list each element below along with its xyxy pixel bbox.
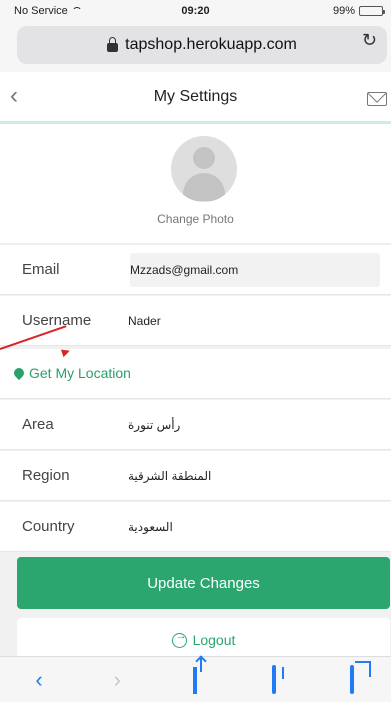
share-icon-button[interactable]	[175, 666, 215, 694]
status-bar: No Service 09:20 99%	[0, 0, 391, 22]
back-chevron-icon[interactable]: ‹	[10, 82, 18, 110]
get-location-link[interactable]: Get My Location	[29, 365, 131, 381]
region-field[interactable]: المنطقة الشرقية	[128, 469, 211, 483]
country-field[interactable]: السعودية	[128, 520, 173, 534]
nav-header: ‹ My Settings	[0, 72, 391, 124]
lock-icon	[107, 36, 119, 52]
email-row: Email Mzzads@gmail.com	[0, 245, 391, 295]
avatar-head-icon	[193, 147, 215, 169]
page-title: My Settings	[153, 87, 238, 105]
email-label: Email	[22, 261, 60, 278]
forward-icon[interactable]: ›	[97, 667, 137, 693]
avatar-body-icon	[183, 173, 225, 201]
profile-photo-section: Change Photo	[0, 124, 391, 244]
carrier-label: No Service	[14, 5, 68, 17]
bookmarks-icon-button[interactable]	[254, 664, 294, 694]
region-row: Region المنطقة الشرقية	[0, 451, 391, 501]
url-bar[interactable]: tapshop.herokuapp.com	[17, 26, 387, 64]
username-field[interactable]: Nader	[128, 314, 161, 328]
logout-label: Logout	[192, 632, 236, 648]
email-field[interactable]: Mzzads@gmail.com	[130, 253, 380, 287]
area-field[interactable]: رأس تنورة	[128, 418, 180, 432]
url-text: tapshop.herokuapp.com	[125, 36, 297, 53]
country-row: Country السعودية	[0, 502, 391, 552]
area-row: Area رأس تنورة	[0, 400, 391, 450]
country-label: Country	[22, 518, 75, 535]
username-label: Username	[22, 312, 92, 329]
tabs-icon-button[interactable]	[332, 664, 372, 694]
area-label: Area	[22, 416, 54, 433]
share-icon	[193, 666, 198, 694]
region-label: Region	[22, 467, 70, 484]
reload-icon[interactable]: ↻	[362, 30, 377, 51]
status-time: 09:20	[181, 5, 210, 17]
avatar[interactable]	[171, 136, 237, 202]
location-pin-icon	[11, 365, 27, 381]
username-row: Username Nader	[0, 296, 391, 346]
browser-url-area: tapshop.herokuapp.com ↻	[0, 22, 391, 72]
mail-icon[interactable]	[367, 92, 387, 106]
tabs-icon	[349, 664, 354, 694]
logout-icon	[171, 630, 187, 648]
change-photo-link[interactable]: Change Photo	[0, 212, 391, 226]
status-left: No Service	[14, 5, 82, 17]
update-changes-button[interactable]: Update Changes	[17, 557, 390, 609]
browser-toolbar: ‹ ›	[0, 656, 391, 702]
bookmarks-icon	[271, 664, 276, 694]
battery-percent: 99%	[332, 5, 355, 17]
get-location-row[interactable]: Get My Location	[0, 349, 391, 399]
back-icon[interactable]: ‹	[19, 667, 59, 693]
battery-icon	[359, 6, 385, 16]
status-right: 99%	[332, 5, 385, 17]
wifi-icon	[71, 7, 82, 15]
